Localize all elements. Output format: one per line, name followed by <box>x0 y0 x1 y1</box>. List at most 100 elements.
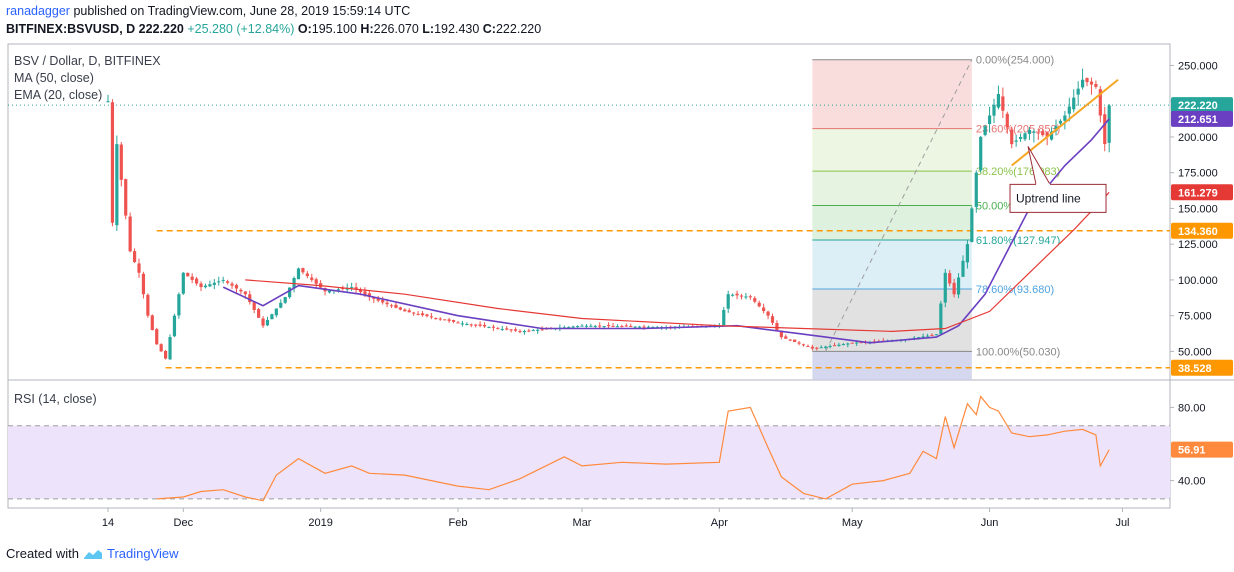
candle-body <box>159 344 163 352</box>
candle-body <box>788 339 792 341</box>
candle-body <box>119 144 123 180</box>
candle-body <box>815 347 819 349</box>
candle-body <box>1067 106 1071 114</box>
candle-body <box>996 94 1001 108</box>
candle-body <box>753 298 757 302</box>
candle-body <box>1085 77 1089 83</box>
price-chart[interactable]: 0.00%(254.000)23.60%(205.853)38.20%(176.… <box>0 0 1234 540</box>
candle-body <box>478 324 482 326</box>
tradingview-link[interactable]: TradingView <box>107 546 179 561</box>
annotation-text: Uptrend line <box>1016 191 1081 205</box>
candle-body <box>1072 97 1076 110</box>
candle-body <box>150 315 154 330</box>
price-tick-label: 75.000 <box>1178 311 1212 323</box>
candle-body <box>571 326 575 328</box>
candle-body <box>841 344 845 346</box>
time-tick-label: May <box>842 517 863 529</box>
candle-body <box>522 330 527 333</box>
candle-body <box>469 324 473 326</box>
candle-body <box>252 302 256 310</box>
candle-body <box>518 331 522 333</box>
price-tick-label: 200.000 <box>1178 132 1218 144</box>
candle-body <box>128 216 132 252</box>
candle-body <box>961 260 965 277</box>
price-flag-label: 212.651 <box>1178 114 1218 126</box>
candle-body <box>420 313 425 316</box>
candle-body <box>1089 81 1094 85</box>
candle-body <box>115 144 119 226</box>
created-with-text: Created with <box>6 546 79 561</box>
candle-body <box>181 272 185 294</box>
candle-body <box>611 325 615 327</box>
candle-body <box>930 334 934 336</box>
fib-level-label: 100.00%(50.030) <box>976 346 1060 358</box>
fib-zone <box>812 351 972 380</box>
candle-body <box>531 330 535 332</box>
candle-body <box>460 323 464 325</box>
candle-body <box>824 346 828 348</box>
price-tick-label: 175.000 <box>1178 168 1218 180</box>
ema-legend[interactable]: EMA (20, close) <box>14 88 102 102</box>
candle-body <box>186 272 190 277</box>
time-tick-label: Apr <box>711 517 728 529</box>
candle-body <box>168 337 172 360</box>
candle-body <box>850 342 854 344</box>
candle-body <box>952 282 956 295</box>
time-tick-label: Feb <box>448 517 467 529</box>
rsi-flag-label: 56.91 <box>1178 445 1206 457</box>
candle-body <box>221 279 225 281</box>
candle-body <box>766 311 770 316</box>
candle-body <box>416 313 420 315</box>
candle-body <box>301 268 305 273</box>
candle-body <box>288 287 292 298</box>
candle-body <box>230 283 234 286</box>
time-tick-label: Mar <box>573 517 592 529</box>
candle-body <box>314 279 318 284</box>
candle-body <box>239 289 243 292</box>
price-tick-label: 250.000 <box>1178 60 1218 72</box>
candle-body <box>491 326 496 328</box>
candle-body <box>208 284 212 287</box>
candle-body <box>447 319 451 321</box>
rsi-legend[interactable]: RSI (14, close) <box>14 392 97 406</box>
candle-body <box>1005 113 1009 128</box>
candle-body <box>513 329 518 331</box>
candle-body <box>624 325 628 327</box>
candle-body <box>642 326 646 328</box>
candle-body <box>1058 120 1063 124</box>
candle-body <box>943 272 947 303</box>
price-tick-label: 100.000 <box>1178 275 1218 287</box>
candle-body <box>819 347 823 349</box>
candle-body <box>846 343 850 345</box>
candle-body <box>465 324 469 326</box>
rsi-tick-label: 40.00 <box>1178 476 1206 488</box>
candle-body <box>1018 136 1023 139</box>
candle-body <box>110 102 115 223</box>
candle-body <box>615 326 620 328</box>
candle-body <box>593 325 597 327</box>
fib-level-label: 38.20%(176.083) <box>976 166 1060 178</box>
candle-body <box>1076 88 1080 95</box>
ma-legend[interactable]: MA (50, close) <box>14 71 94 85</box>
candle-body <box>487 327 491 329</box>
candle-body <box>726 294 730 309</box>
candle-body <box>146 294 150 316</box>
candle-body <box>744 296 748 298</box>
candle-body <box>505 328 509 330</box>
candle-body <box>1063 115 1067 121</box>
candle-body <box>274 308 278 316</box>
candle-body <box>855 342 859 344</box>
candle-body <box>784 336 788 339</box>
price-flag-label: 38.528 <box>1178 363 1212 375</box>
candle-body <box>739 295 744 297</box>
ema20-line <box>245 191 1110 333</box>
candle-body <box>540 329 544 331</box>
candle-body <box>305 273 309 277</box>
candle-body <box>482 324 487 327</box>
candle-body <box>141 273 146 295</box>
candle-body <box>451 320 456 322</box>
candle-body <box>443 319 447 321</box>
candle-body <box>934 334 939 336</box>
fib-zone <box>812 239 972 289</box>
candle-body <box>350 287 354 289</box>
